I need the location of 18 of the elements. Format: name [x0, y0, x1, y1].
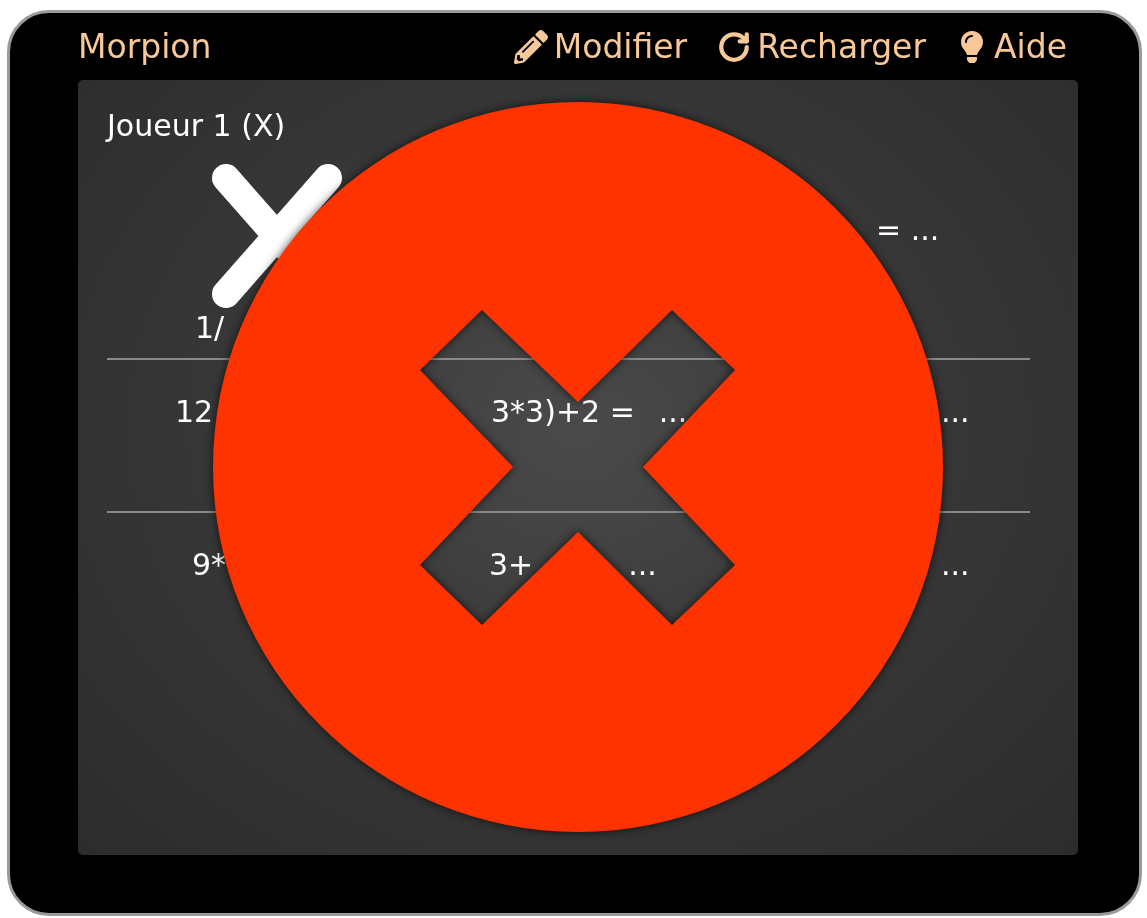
math-expression: 1/	[195, 310, 225, 346]
math-expression: ...	[628, 547, 657, 583]
math-expression: 9*	[192, 547, 227, 583]
cross-mark-icon	[210, 162, 344, 310]
math-expression: ...	[941, 394, 970, 430]
math-expression: 3+	[489, 547, 534, 583]
reload-icon	[717, 29, 752, 64]
help-button[interactable]: Aide	[956, 27, 1067, 66]
math-expression: ...	[941, 547, 970, 583]
reload-button[interactable]: Recharger	[717, 27, 926, 66]
player-label: Joueur 1 (X)	[107, 108, 287, 145]
edit-button[interactable]: Modifier	[513, 27, 688, 66]
pencil-icon	[513, 29, 548, 64]
math-expression: 12	[175, 394, 214, 430]
math-expression: ...	[658, 394, 688, 430]
app-title: Morpion	[78, 27, 212, 66]
math-expression: 3*3)+2 =	[491, 394, 635, 430]
math-expression: = ...	[876, 212, 940, 248]
